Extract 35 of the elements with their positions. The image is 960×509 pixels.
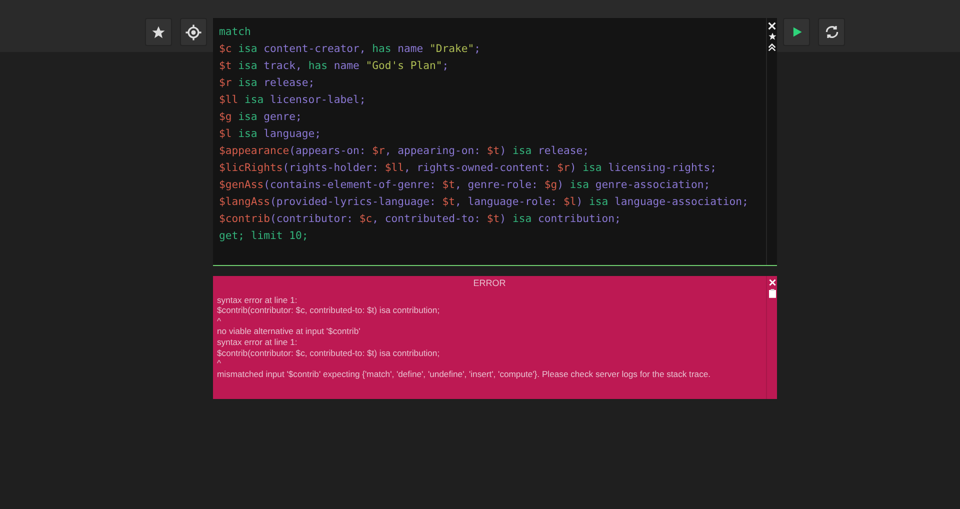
code-line: get; limit 10; — [219, 229, 310, 244]
code-line: $r isa release; — [219, 76, 316, 91]
favourites-button[interactable] — [145, 18, 172, 46]
query-editor[interactable] — [213, 18, 777, 266]
double-chevron-up-icon[interactable] — [768, 43, 776, 52]
close-icon[interactable] — [768, 22, 776, 30]
target-icon — [185, 24, 202, 40]
star-icon — [151, 24, 166, 40]
code-line: $g isa genre; — [219, 110, 303, 125]
error-message-line: ^ — [217, 358, 222, 369]
target-button[interactable] — [180, 18, 207, 46]
star-icon[interactable] — [768, 32, 776, 41]
error-message-line: syntax error at line 1: — [217, 336, 298, 348]
code-line: $contrib(contributor: $c, contributed-to: $t) isa contribution; — [219, 212, 622, 227]
code-line: $langAss(provided-lyrics-language: $t, language-role: $l) isa language-association; — [219, 195, 750, 210]
error-message-line: ^ — [217, 316, 222, 326]
play-icon — [790, 26, 802, 38]
error-message-line: mismatched input '$contrib' expecting {'match', 'define', 'undefine', 'insert', 'compute'}. Please check server logs for the stack trace. — [217, 368, 712, 380]
code-line: $appearance(appears-on: $r, appearing-on: $t) isa release; — [219, 144, 590, 159]
code-line: $t isa track, has name "God's Plan"; — [219, 59, 450, 74]
refresh-icon — [824, 24, 840, 40]
error-title: ERROR — [472, 278, 507, 289]
code-line: $l isa language; — [219, 127, 322, 142]
error-message-line: $contrib(contributor: $c, contributed-to: $t) isa contribution; — [217, 348, 441, 358]
code-line: $licRights(rights-holder: $ll, rights-owned-content: $r) isa licensing-rights; — [219, 161, 718, 176]
error-message-line: $contrib(contributor: $c, contributed-to: $t) isa contribution; — [217, 305, 441, 316]
code-line: $genAss(contains-element-of-genre: $t, genre-role: $g) isa genre-association; — [219, 178, 712, 193]
code-line: $c isa content-creator, has name "Drake"; — [219, 42, 482, 57]
run-button[interactable] — [783, 18, 810, 46]
code-line: $ll isa licensor-label; — [219, 93, 367, 108]
code-line: match — [219, 25, 252, 40]
refresh-button[interactable] — [818, 18, 845, 46]
clipboard-icon[interactable] — [768, 289, 776, 298]
error-message-line: no viable alternative at input '$contrib' — [217, 326, 362, 337]
error-message-line: syntax error at line 1: — [217, 294, 298, 306]
